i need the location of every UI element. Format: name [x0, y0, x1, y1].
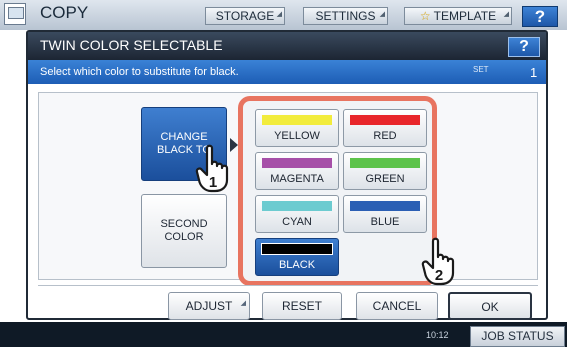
color-label: GREEN — [365, 173, 405, 185]
color-options-highlight: YELLOW RED MAGENTA GREEN CYAN BLUE BLACK — [238, 96, 437, 286]
tab-template[interactable]: ☆ TEMPLATE ◢ — [404, 7, 512, 25]
cancel-button[interactable]: CANCEL — [356, 292, 438, 320]
step-1-number: 1 — [209, 174, 217, 191]
help-button[interactable]: ? — [522, 6, 558, 27]
corner-arrow-icon: ◢ — [379, 11, 385, 18]
tab-settings[interactable]: SETTINGS ◢ — [303, 7, 388, 25]
corner-arrow-icon: ◢ — [503, 11, 509, 18]
corner-arrow-icon: ◢ — [240, 300, 246, 307]
corner-arrow-icon: ◢ — [276, 11, 282, 18]
dialog-title-bar: TWIN COLOR SELECTABLE ? — [28, 32, 546, 60]
color-button-green[interactable]: GREEN — [343, 152, 427, 190]
tab-storage[interactable]: STORAGE ◢ — [205, 7, 285, 25]
cyan-swatch — [262, 201, 332, 211]
color-label: RED — [373, 130, 397, 142]
second-color-label: SECOND COLOR — [160, 218, 208, 243]
dialog-title: TWIN COLOR SELECTABLE — [40, 37, 223, 53]
divider — [38, 285, 538, 286]
black-swatch — [261, 243, 333, 255]
color-button-black[interactable]: BLACK — [255, 238, 339, 276]
tab-template-label: TEMPLATE — [433, 9, 497, 23]
green-swatch — [350, 158, 420, 168]
blue-swatch — [350, 201, 420, 211]
second-color-button[interactable]: SECOND COLOR — [141, 194, 227, 268]
dialog-help-button[interactable]: ? — [508, 37, 540, 57]
color-button-red[interactable]: RED — [343, 109, 427, 147]
color-button-cyan[interactable]: CYAN — [255, 195, 339, 233]
ok-button[interactable]: OK — [448, 292, 532, 320]
job-status-button[interactable]: JOB STATUS — [470, 326, 565, 347]
clock-time: 10:12 — [426, 330, 449, 340]
color-label: CYAN — [282, 216, 312, 228]
instruction-bar: Select which color to substitute for bla… — [28, 60, 546, 84]
app-top-bar: COPY STORAGE ◢ SETTINGS ◢ ☆ TEMPLATE ◢ ? — [0, 0, 567, 30]
color-label: MAGENTA — [270, 173, 324, 185]
color-button-yellow[interactable]: YELLOW — [255, 109, 339, 147]
tab-settings-label: SETTINGS — [315, 9, 376, 23]
tap-hand-icon-step-1: 1 — [195, 144, 229, 193]
star-icon: ☆ — [419, 9, 431, 23]
tab-storage-label: STORAGE — [215, 9, 275, 23]
twin-color-dialog: TWIN COLOR SELECTABLE ? Select which col… — [26, 30, 548, 320]
color-label: YELLOW — [274, 130, 320, 142]
color-button-magenta[interactable]: MAGENTA — [255, 152, 339, 190]
tap-hand-icon-step-2: 2 — [421, 237, 455, 286]
red-swatch — [350, 115, 420, 125]
magenta-swatch — [262, 158, 332, 168]
set-number: 1 — [530, 65, 538, 80]
adjust-label: ADJUST — [185, 299, 233, 313]
yellow-swatch — [262, 115, 332, 125]
color-label: BLUE — [370, 216, 400, 228]
step-2-number: 2 — [435, 267, 443, 284]
app-title: COPY — [40, 3, 89, 22]
color-button-blue[interactable]: BLUE — [343, 195, 427, 233]
copy-app-icon — [4, 3, 26, 25]
adjust-button[interactable]: ADJUST ◢ — [168, 292, 250, 320]
color-label: BLACK — [278, 259, 316, 271]
reset-button[interactable]: RESET — [262, 292, 342, 320]
set-label: SET — [473, 65, 489, 74]
instruction-text: Select which color to substitute for bla… — [40, 66, 239, 78]
